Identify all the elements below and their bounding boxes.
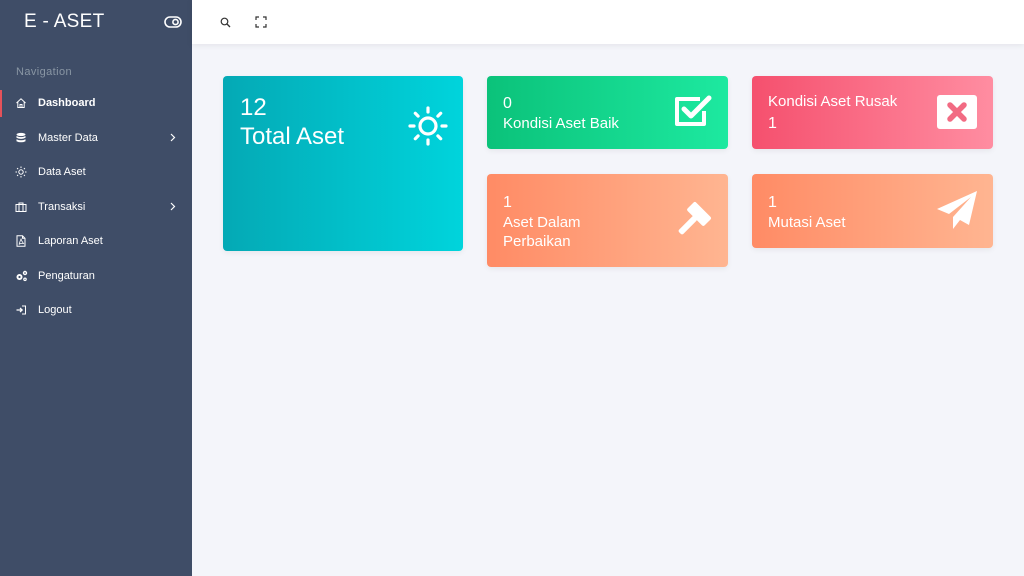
total-aset-label: Total Aset bbox=[240, 123, 345, 150]
sidebar-item-label: Transaksi bbox=[38, 200, 86, 213]
card-mutasi-aset[interactable]: 1 Mutasi Aset bbox=[752, 174, 993, 248]
sidebar-item-data-aset[interactable]: Data Aset bbox=[0, 155, 192, 190]
search-icon[interactable] bbox=[218, 15, 232, 29]
gavel-icon bbox=[670, 199, 714, 243]
sidebar-item-pengaturan[interactable]: Pengaturan bbox=[0, 259, 192, 294]
card-kondisi-rusak[interactable]: Kondisi Aset Rusak 1 bbox=[752, 76, 993, 149]
kondisi-baik-label: Kondisi Aset Baik bbox=[503, 115, 619, 132]
sidebar: E - ASET Navigation Dashboard Master Dat… bbox=[0, 0, 192, 576]
checkbox-icon bbox=[673, 93, 713, 129]
sidebar-item-master-data[interactable]: Master Data bbox=[0, 121, 192, 156]
perbaikan-label-line2: Perbaikan bbox=[503, 233, 571, 250]
briefcase-icon bbox=[14, 200, 28, 214]
sidebar-item-label: Logout bbox=[38, 304, 72, 317]
sidebar-item-label: Dashboard bbox=[38, 97, 96, 110]
sidebar-item-laporan-aset[interactable]: Laporan Aset bbox=[0, 224, 192, 259]
card-kondisi-baik[interactable]: 0 Kondisi Aset Baik bbox=[487, 76, 728, 149]
total-aset-value: 12 bbox=[240, 94, 267, 121]
sidebar-item-transaksi[interactable]: Transaksi bbox=[0, 190, 192, 225]
home-icon bbox=[14, 96, 28, 110]
close-box-icon bbox=[936, 94, 978, 130]
sidebar-item-dashboard[interactable]: Dashboard bbox=[0, 86, 192, 121]
chevron-right-icon bbox=[170, 202, 178, 212]
mutasi-value: 1 bbox=[768, 194, 777, 211]
sidebar-item-label: Pengaturan bbox=[38, 269, 95, 282]
sidebar-item-label: Master Data bbox=[38, 131, 98, 144]
logout-icon bbox=[14, 303, 28, 317]
sidebar-toggle-icon[interactable] bbox=[164, 13, 182, 31]
sidebar-item-label: Data Aset bbox=[38, 166, 86, 179]
gears-icon bbox=[14, 269, 28, 283]
chevron-right-icon bbox=[170, 133, 178, 143]
nav-list: Dashboard Master Data Data Aset Transaks… bbox=[0, 86, 192, 328]
card-aset-perbaikan[interactable]: 1 Aset Dalam Perbaikan bbox=[487, 174, 728, 267]
database-icon bbox=[14, 131, 28, 145]
mutasi-label: Mutasi Aset bbox=[768, 214, 846, 231]
perbaikan-label-line1: Aset Dalam bbox=[503, 214, 581, 231]
sidebar-item-label: Laporan Aset bbox=[38, 235, 103, 248]
brand-bar: E - ASET bbox=[0, 0, 192, 44]
perbaikan-value: 1 bbox=[503, 194, 512, 211]
kondisi-rusak-label: Kondisi Aset Rusak bbox=[768, 93, 898, 110]
kondisi-baik-value: 0 bbox=[503, 95, 512, 112]
sun-icon bbox=[14, 165, 28, 179]
card-total-aset[interactable]: 12 Total Aset bbox=[223, 76, 463, 251]
sidebar-item-logout[interactable]: Logout bbox=[0, 293, 192, 328]
fullscreen-icon[interactable] bbox=[254, 15, 268, 29]
app-title: E - ASET bbox=[24, 11, 105, 32]
paper-plane-icon bbox=[935, 189, 979, 233]
sun-icon bbox=[406, 104, 450, 148]
kondisi-rusak-value: 1 bbox=[768, 115, 777, 132]
topbar bbox=[192, 0, 1024, 44]
pdf-file-icon bbox=[14, 234, 28, 248]
